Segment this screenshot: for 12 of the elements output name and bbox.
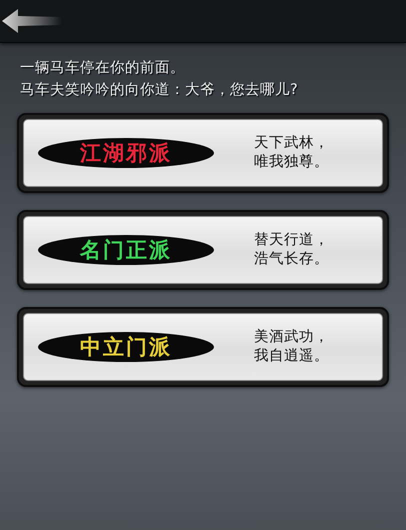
faction-name: 名门正派 xyxy=(80,236,172,264)
intro-text: 马车夫笑吟吟的向你道：大爷，您去哪儿? xyxy=(20,81,299,100)
motto-text: 天下武林， 唯我独尊。 xyxy=(254,134,329,172)
faction-name: 江湖邪派 xyxy=(80,139,172,167)
faction-button[interactable]: 江湖邪派 天下武林， 唯我独尊。 xyxy=(17,113,389,193)
motto-text: 替天行道， 浩气长存。 xyxy=(254,231,329,269)
back-arrow-icon xyxy=(2,9,62,33)
intro-text: 一辆马车停在你的前面。 xyxy=(20,59,186,78)
faction-button[interactable]: 中立门派 美酒武功， 我自逍遥。 xyxy=(17,307,389,387)
motto-text: 美酒武功， 我自逍遥。 xyxy=(254,328,329,366)
faction-name: 中立门派 xyxy=(80,333,172,361)
faction-button[interactable]: 名门正派 替天行道， 浩气长存。 xyxy=(17,210,389,290)
